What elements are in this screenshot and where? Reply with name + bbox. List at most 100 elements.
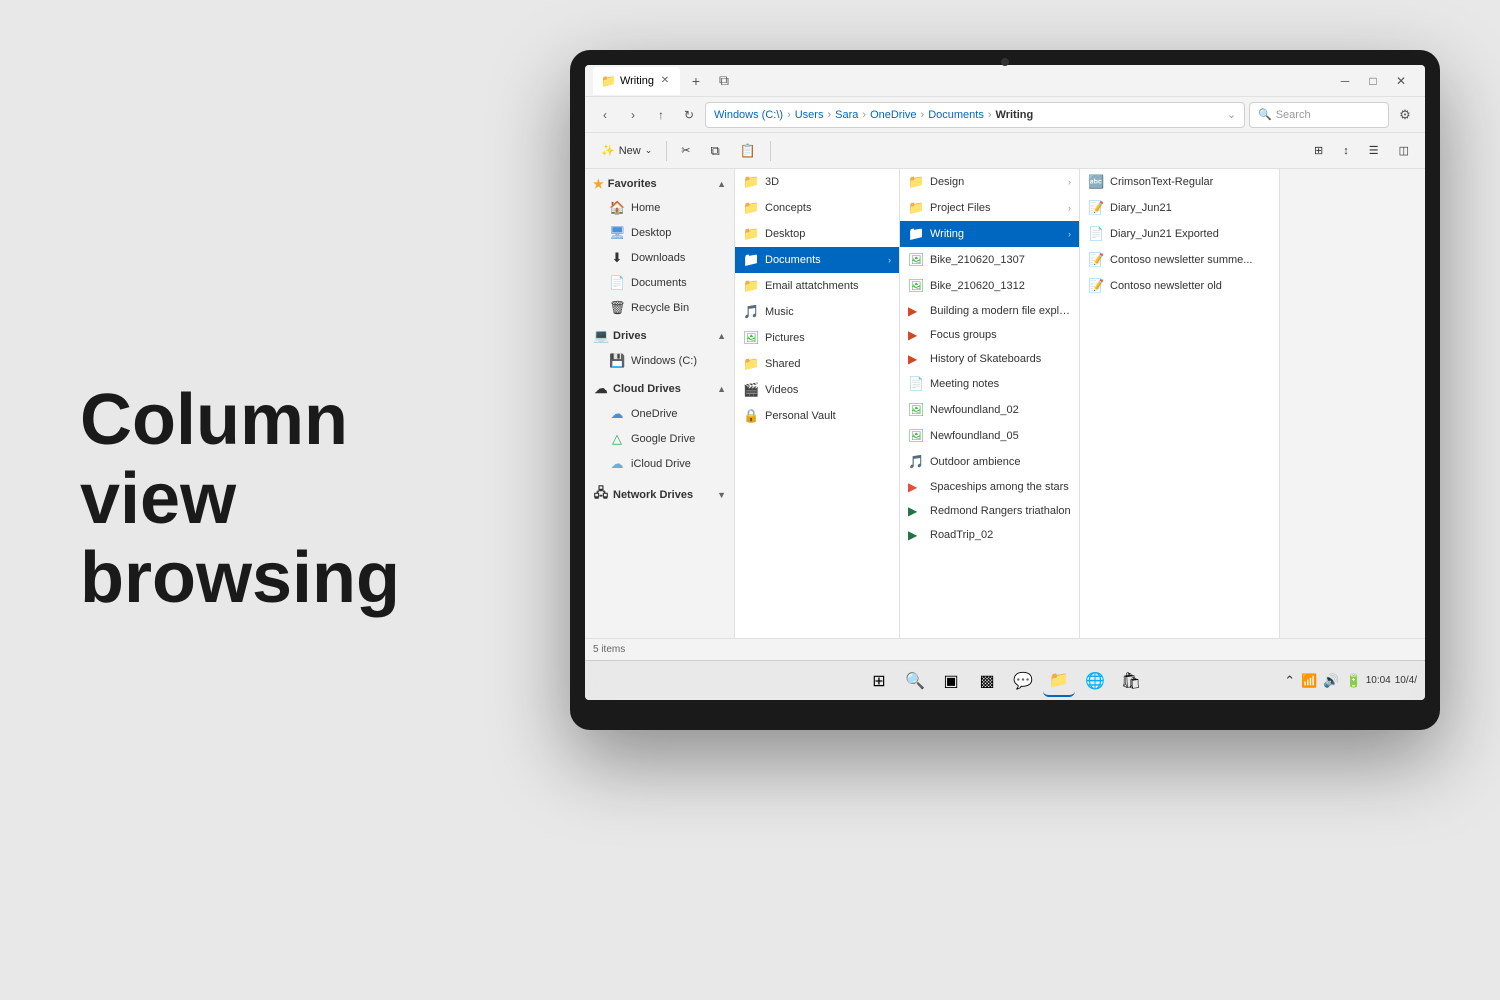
- sidebar-item-onedrive[interactable]: ☁ OneDrive: [589, 402, 730, 426]
- tab-title: Writing: [620, 75, 654, 87]
- file-roadtrip-icon: ▶: [908, 528, 924, 542]
- sidebar-item-downloads[interactable]: ⬇ Downloads: [589, 246, 730, 270]
- network-icon: 🖧: [593, 484, 609, 506]
- col1-item-videos[interactable]: 🎬 Videos: [735, 377, 899, 403]
- col2-item-design[interactable]: 📁 Design ›: [900, 169, 1079, 195]
- onedrive-icon: ☁: [609, 406, 625, 422]
- new-tab-button[interactable]: +: [684, 69, 708, 93]
- tab-manager-button[interactable]: ⧉: [712, 69, 736, 93]
- window-tab[interactable]: 📁 Writing ✕: [593, 67, 680, 95]
- bc-windows[interactable]: Windows (C:\): [714, 109, 783, 121]
- col2-item-history[interactable]: ▶ History of Skateboards: [900, 347, 1079, 371]
- sidebar-item-google-drive[interactable]: △ Google Drive: [589, 427, 730, 451]
- details-pane-button[interactable]: ◫: [1391, 140, 1417, 161]
- up-button[interactable]: ↑: [649, 103, 673, 127]
- col1-item-shared[interactable]: 📁 Shared: [735, 351, 899, 377]
- breadcrumb-bar[interactable]: Windows (C:\) › Users › Sara › OneDrive …: [705, 102, 1245, 128]
- col2-writing-arrow: ›: [1068, 229, 1071, 239]
- col3-item-contoso-old[interactable]: 📝 Contoso newsletter old: [1080, 273, 1279, 299]
- col2-item-bike1[interactable]: 🖼 Bike_210620_1307: [900, 247, 1079, 273]
- view-options-button[interactable]: ☰: [1361, 140, 1387, 161]
- col3-diary-export-label: Diary_Jun21 Exported: [1110, 228, 1271, 240]
- col2-item-bike2[interactable]: 🖼 Bike_210620_1312: [900, 273, 1079, 299]
- col3-item-contoso-new[interactable]: 📝 Contoso newsletter summe...: [1080, 247, 1279, 273]
- sort-button[interactable]: ↕: [1335, 141, 1357, 161]
- cloud-drives-section: ☁ Cloud Drives ▲ ☁ OneDrive △ Google Dri…: [585, 377, 734, 476]
- file-newf02-icon: 🖼: [908, 402, 924, 418]
- maximize-button[interactable]: □: [1365, 74, 1381, 88]
- col1-item-music[interactable]: 🎵 Music: [735, 299, 899, 325]
- col2-item-building[interactable]: ▶ Building a modern file explor...: [900, 299, 1079, 323]
- sidebar-item-recycle-bin[interactable]: 🗑 Recycle Bin: [589, 296, 730, 320]
- close-button[interactable]: ✕: [1393, 74, 1409, 88]
- cut-button[interactable]: ✂: [673, 140, 698, 161]
- start-button[interactable]: ⊞: [863, 665, 895, 697]
- task-view-button[interactable]: ▣: [935, 665, 967, 697]
- col1-item-email[interactable]: 📁 Email attatchments: [735, 273, 899, 299]
- minimize-button[interactable]: ─: [1337, 74, 1353, 88]
- back-button[interactable]: ‹: [593, 103, 617, 127]
- col1-item-concepts[interactable]: 📁 Concepts: [735, 195, 899, 221]
- tab-close-button[interactable]: ✕: [658, 74, 672, 88]
- device-screen: 📁 Writing ✕ + ⧉ ─ □ ✕ ‹ › ↑ ↻ Windows (C…: [585, 65, 1425, 700]
- search-button[interactable]: 🔍: [899, 665, 931, 697]
- col2-item-newf02[interactable]: 🖼 Newfoundland_02: [900, 397, 1079, 423]
- file-bike1-icon: 🖼: [908, 252, 924, 268]
- col3-item-diary-jun21[interactable]: 📝 Diary_Jun21: [1080, 195, 1279, 221]
- sidebar-item-icloud[interactable]: ☁ iCloud Drive: [589, 452, 730, 476]
- settings-button[interactable]: ⚙: [1393, 103, 1417, 127]
- search-box[interactable]: 🔍 Search: [1249, 102, 1389, 128]
- view-toggle-button[interactable]: ⊞: [1306, 140, 1331, 161]
- sidebar-item-documents[interactable]: 📄 Documents: [589, 271, 730, 295]
- col2-item-project-files[interactable]: 📁 Project Files ›: [900, 195, 1079, 221]
- toolbar-divider-1: [666, 141, 667, 161]
- col2-item-outdoor[interactable]: 🎵 Outdoor ambience: [900, 449, 1079, 475]
- sidebar-item-desktop[interactable]: 🖥 Desktop: [589, 221, 730, 245]
- sidebar-item-icloud-label: iCloud Drive: [631, 458, 691, 470]
- col3-item-crimson[interactable]: 🔤 CrimsonText-Regular: [1080, 169, 1279, 195]
- clock-time[interactable]: 10:04: [1366, 675, 1391, 687]
- col2-item-focus[interactable]: ▶ Focus groups: [900, 323, 1079, 347]
- refresh-button[interactable]: ↻: [677, 103, 701, 127]
- col1-item-personal-vault[interactable]: 🔒 Personal Vault: [735, 403, 899, 429]
- col1-item-3d[interactable]: 📁 3D: [735, 169, 899, 195]
- col2-item-roadtrip[interactable]: ▶ RoadTrip_02: [900, 523, 1079, 547]
- volume-icon[interactable]: 🔊: [1323, 673, 1339, 689]
- file-bike2-icon: 🖼: [908, 278, 924, 294]
- sidebar-item-downloads-label: Downloads: [631, 252, 685, 264]
- col2-item-redmond[interactable]: ▶ Redmond Rangers triathalon: [900, 499, 1079, 523]
- drives-header[interactable]: 💻 Drives ▲: [585, 324, 734, 348]
- cloud-drives-header[interactable]: ☁ Cloud Drives ▲: [585, 377, 734, 401]
- paste-button[interactable]: 📋: [732, 139, 764, 163]
- col2-project-arrow: ›: [1068, 203, 1071, 213]
- edge-button[interactable]: 🌐: [1079, 665, 1111, 697]
- search-placeholder: Search: [1276, 109, 1311, 121]
- teams-button[interactable]: 💬: [1007, 665, 1039, 697]
- col2-item-writing[interactable]: 📁 Writing ›: [900, 221, 1079, 247]
- item-count: 5 items: [593, 644, 625, 655]
- col2-item-newf05[interactable]: 🖼 Newfoundland_05: [900, 423, 1079, 449]
- folder-documents-icon: 📁: [743, 252, 759, 268]
- new-button[interactable]: ✨ New ⌄: [593, 140, 660, 161]
- file-explorer-button[interactable]: 📁: [1043, 665, 1075, 697]
- col1-item-desktop[interactable]: 📁 Desktop: [735, 221, 899, 247]
- chevron-tray-icon[interactable]: ⌃: [1284, 673, 1295, 689]
- wifi-icon[interactable]: 📶: [1301, 673, 1317, 689]
- sidebar-item-windows-c[interactable]: 💾 Windows (C:): [589, 349, 730, 373]
- col1-item-pictures[interactable]: 🖼 Pictures: [735, 325, 899, 351]
- col1-item-documents[interactable]: 📁 Documents ›: [735, 247, 899, 273]
- col2-item-spaceships[interactable]: ▶ Spaceships among the stars: [900, 475, 1079, 499]
- col2-item-meeting[interactable]: 📄 Meeting notes: [900, 371, 1079, 397]
- network-header[interactable]: 🖧 Network Drives ▼: [585, 480, 734, 510]
- widgets-button[interactable]: ▩: [971, 665, 1003, 697]
- favorites-label: Favorites: [608, 178, 657, 190]
- col3-item-diary-exported[interactable]: 📄 Diary_Jun21 Exported: [1080, 221, 1279, 247]
- battery-icon[interactable]: 🔋: [1346, 673, 1362, 689]
- favorites-header[interactable]: ★ Favorites ▲: [585, 173, 734, 195]
- store-button[interactable]: 🛍: [1115, 665, 1147, 697]
- copy-button[interactable]: ⧉: [702, 139, 727, 163]
- forward-button[interactable]: ›: [621, 103, 645, 127]
- file-contoso-new-icon: 📝: [1088, 252, 1104, 268]
- col1-3d-label: 3D: [765, 176, 891, 188]
- sidebar-item-home[interactable]: 🏠 Home: [589, 196, 730, 220]
